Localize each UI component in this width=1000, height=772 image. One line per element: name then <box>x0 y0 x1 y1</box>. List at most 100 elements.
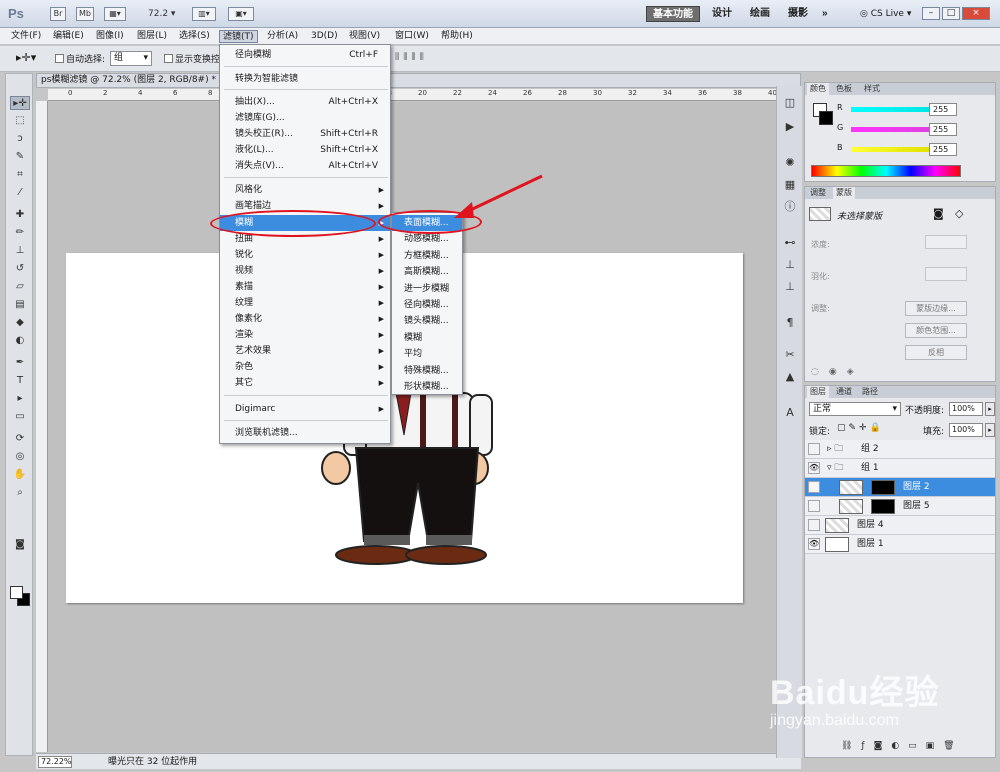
menu-analysis[interactable]: 分析(A) <box>264 30 301 43</box>
status-zoom-field[interactable]: 72.22% <box>38 756 72 768</box>
blur-tool-icon[interactable]: ◆ <box>10 316 30 330</box>
arrange-documents-icon[interactable]: ▥▾ <box>192 7 216 21</box>
color-spectrum-bar[interactable] <box>811 165 961 177</box>
density-input[interactable] <box>925 235 967 249</box>
menu-edit[interactable]: 编辑(E) <box>50 30 87 43</box>
tab-color[interactable]: 颜色 <box>807 83 829 95</box>
clone-stamp-tool-icon[interactable]: ⊥ <box>10 244 30 258</box>
blend-mode-dropdown[interactable]: 正常 ▾ <box>809 402 901 416</box>
layer-row[interactable]: 👁 ▿ 🗀 组 1 <box>805 459 995 478</box>
tab-paths[interactable]: 路径 <box>859 386 881 398</box>
lock-icons[interactable]: ▢✎✛🔒 <box>837 423 884 433</box>
filter-menu-item[interactable]: Digimarc ▶ <box>220 401 390 417</box>
auto-select-checkbox[interactable] <box>55 54 64 63</box>
layers-footer-icons[interactable]: ⛓ƒ◙◐▭▣🗑 <box>841 741 964 751</box>
3d-orbit-tool-icon[interactable]: ◎ <box>10 450 30 464</box>
eyedropper-tool-icon[interactable]: ⁄ <box>10 186 30 200</box>
menu-3d[interactable]: 3D(D) <box>308 30 341 43</box>
history-panel-icon[interactable]: ◫ <box>782 96 798 110</box>
move-tool-preset-icon[interactable]: ▸✛▾ <box>16 51 42 67</box>
blur-submenu-item[interactable]: 方框模糊... <box>392 248 462 264</box>
shape-tool-icon[interactable]: ▭ <box>10 410 30 424</box>
r-slider[interactable] <box>851 107 931 112</box>
brush-panel-icon[interactable]: ⊷ <box>782 236 798 250</box>
dodge-tool-icon[interactable]: ◐ <box>10 334 30 348</box>
visibility-eye-icon[interactable]: 👁 <box>808 481 820 493</box>
cs-live-menu[interactable]: ◎ CS Live ▾ <box>860 9 911 19</box>
blur-submenu-item[interactable]: 径向模糊... <box>392 297 462 313</box>
tab-styles[interactable]: 样式 <box>861 83 883 95</box>
hand-tool-icon[interactable]: ✋ <box>10 468 30 482</box>
menu-window[interactable]: 窗口(W) <box>392 30 432 43</box>
blur-submenu-item[interactable]: 高斯模糊... <box>392 264 462 280</box>
blur-submenu-item[interactable]: 形状模糊... <box>392 379 462 395</box>
lasso-tool-icon[interactable]: ↄ <box>10 132 30 146</box>
menu-select[interactable]: 选择(S) <box>176 30 213 43</box>
auto-select-dropdown[interactable]: 组 ▾ <box>110 51 152 66</box>
filter-menu-item[interactable]: 液化(L)... Shift+Ctrl+X <box>220 142 390 158</box>
layer-mask-thumbnail[interactable] <box>871 480 895 495</box>
g-slider[interactable] <box>851 127 931 132</box>
pen-tool-icon[interactable]: ✒ <box>10 356 30 370</box>
visibility-eye-icon[interactable] <box>808 443 820 455</box>
vector-mask-icon[interactable]: ◇ <box>955 207 963 220</box>
visibility-eye-icon[interactable] <box>808 519 820 531</box>
filter-menu-item[interactable]: 径向模糊 Ctrl+F <box>220 47 390 63</box>
quick-select-tool-icon[interactable]: ✎ <box>10 150 30 164</box>
filter-menu-item[interactable]: 其它 ▶ <box>220 375 390 391</box>
marquee-tool-icon[interactable]: ⬚ <box>10 114 30 128</box>
filter-menu-item[interactable]: 杂色 ▶ <box>220 359 390 375</box>
blur-submenu-item[interactable]: 进一步模糊 <box>392 281 462 297</box>
3d-panel-icon[interactable]: ✂ <box>782 348 798 362</box>
opacity-arrow-icon[interactable]: ▸ <box>985 402 995 416</box>
filter-menu-item[interactable]: 浏览联机滤镜... <box>220 425 390 441</box>
layer-row[interactable]: 👁 图层 2 <box>805 478 995 497</box>
color-bg-swatch[interactable] <box>819 111 833 125</box>
menu-file[interactable]: 文件(F) <box>8 30 44 43</box>
blur-submenu-item[interactable]: 镜头模糊... <box>392 313 462 329</box>
masks-footer-icons[interactable]: ◌◉◈ <box>811 367 864 377</box>
screen-mode-icon[interactable]: ▣▾ <box>228 7 254 21</box>
b-slider[interactable] <box>851 147 931 152</box>
view-extras-icon[interactable]: ▦▾ <box>104 7 126 21</box>
b-value-input[interactable]: 255 <box>929 143 957 156</box>
layer-row[interactable]: 图层 4 <box>805 516 995 535</box>
tab-masks[interactable]: 蒙版 <box>833 187 855 199</box>
blur-submenu-item[interactable]: 特殊模糊... <box>392 363 462 379</box>
filter-menu-item[interactable]: 消失点(V)... Alt+Ctrl+V <box>220 158 390 174</box>
healing-brush-tool-icon[interactable]: ✚ <box>10 208 30 222</box>
restore-button[interactable]: □ <box>942 7 960 20</box>
folder-icon[interactable]: ▿ 🗀 <box>827 459 843 477</box>
tab-swatches[interactable]: 色板 <box>833 83 855 95</box>
layer-row[interactable]: ▹ 🗀 组 2 <box>805 440 995 459</box>
workspace-more[interactable]: » <box>816 6 834 22</box>
filter-menu-item[interactable]: 风格化 ▶ <box>220 182 390 198</box>
zoom-tool-icon[interactable]: ⌕ <box>10 486 30 500</box>
paragraph-panel-icon[interactable]: ¶ <box>782 316 798 330</box>
mask-edge-button[interactable]: 蒙版边缘... <box>905 301 967 316</box>
filter-menu-item[interactable]: 渲染 ▶ <box>220 327 390 343</box>
eraser-tool-icon[interactable]: ▱ <box>10 280 30 294</box>
visibility-eye-icon[interactable] <box>808 500 820 512</box>
fill-input[interactable]: 100% <box>949 423 983 437</box>
zoom-level-dropdown[interactable]: 72.2 ▾ <box>148 9 175 19</box>
filter-menu-item[interactable]: 视频 ▶ <box>220 263 390 279</box>
filter-menu-item[interactable]: 纹理 ▶ <box>220 295 390 311</box>
history-brush-tool-icon[interactable]: ↺ <box>10 262 30 276</box>
menu-filter[interactable]: 滤镜(T) <box>219 30 258 43</box>
workspace-design[interactable]: 设计 <box>706 6 738 22</box>
tab-channels[interactable]: 通道 <box>833 386 855 398</box>
invert-button[interactable]: 反相 <box>905 345 967 360</box>
workspace-essentials[interactable]: 基本功能 <box>646 6 700 22</box>
filter-menu-item[interactable]: 素描 ▶ <box>220 279 390 295</box>
bridge-icon[interactable]: Br <box>50 7 66 21</box>
tool-presets-panel-icon[interactable]: ⊥ <box>782 280 798 294</box>
filter-menu-item[interactable]: 转换为智能滤镜 <box>220 71 390 87</box>
character-panel-icon[interactable]: A <box>782 406 798 420</box>
minimize-button[interactable]: – <box>922 7 940 20</box>
menu-help[interactable]: 帮助(H) <box>438 30 476 43</box>
actions-panel-icon[interactable]: ▶ <box>782 120 798 134</box>
histogram-panel-icon[interactable]: ▦ <box>782 178 798 192</box>
visibility-eye-icon[interactable]: 👁 <box>808 462 820 474</box>
menu-layer[interactable]: 图层(L) <box>134 30 170 43</box>
